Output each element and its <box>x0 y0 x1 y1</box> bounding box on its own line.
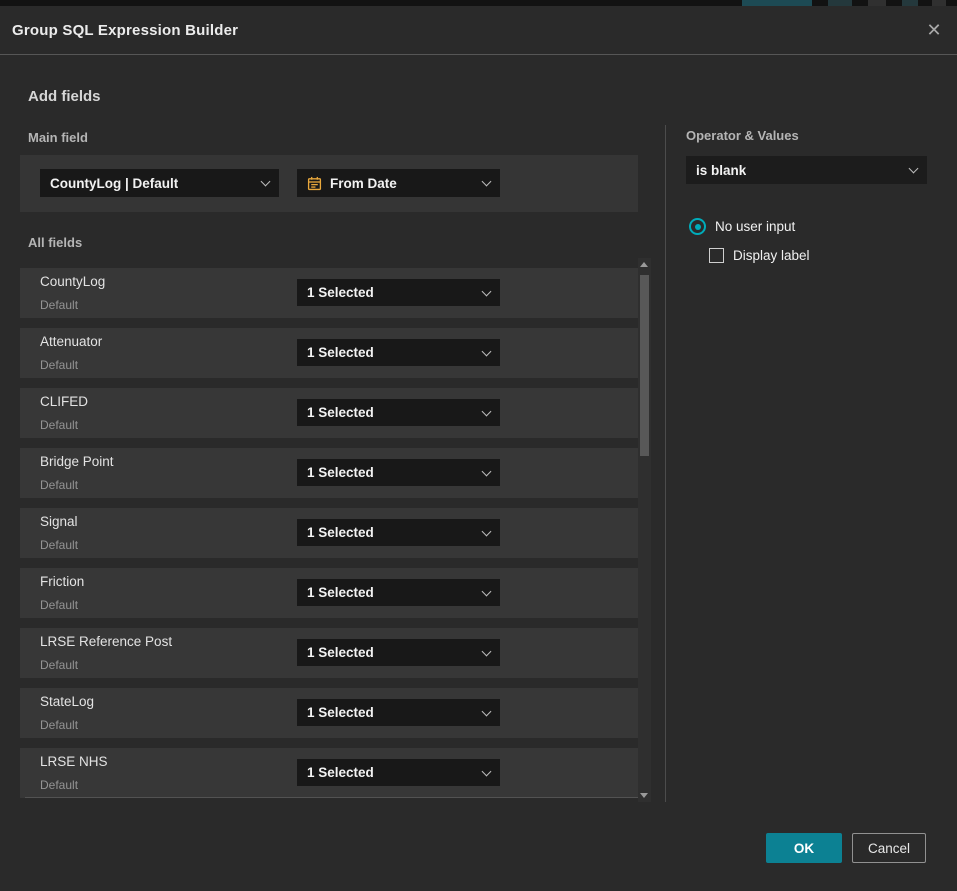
chevron-down-icon <box>482 466 492 476</box>
field-selected-dropdown[interactable]: 1 Selected <box>297 699 500 726</box>
field-selected-dropdown[interactable]: 1 Selected <box>297 399 500 426</box>
field-selected-dropdown[interactable]: 1 Selected <box>297 579 500 606</box>
field-row: CountyLog Default 1 Selected <box>20 268 638 318</box>
field-name: CountyLog <box>40 274 105 289</box>
chevron-down-icon <box>482 177 492 187</box>
field-name: LRSE NHS <box>40 754 108 769</box>
field-selected-dropdown[interactable]: 1 Selected <box>297 459 500 486</box>
chevron-down-icon <box>482 526 492 536</box>
field-selected-dropdown[interactable]: 1 Selected <box>297 339 500 366</box>
chevron-down-icon <box>482 346 492 356</box>
list-scroll-edge <box>25 797 648 798</box>
field-name: StateLog <box>40 694 94 709</box>
field-row: LRSE Reference Post Default 1 Selected <box>20 628 638 678</box>
dataset-select[interactable]: CountyLog | Default <box>40 169 279 197</box>
chevron-down-icon <box>482 406 492 416</box>
field-selected-dropdown[interactable]: 1 Selected <box>297 519 500 546</box>
field-selected-dropdown[interactable]: 1 Selected <box>297 759 500 786</box>
field-selected-value: 1 Selected <box>307 285 374 300</box>
fields-scrollbar[interactable] <box>638 258 651 802</box>
ok-button[interactable]: OK <box>766 833 842 863</box>
field-name: LRSE Reference Post <box>40 634 172 649</box>
no-user-input-label: No user input <box>715 219 795 234</box>
field-row: Signal Default 1 Selected <box>20 508 638 558</box>
scrollbar-thumb[interactable] <box>640 275 649 456</box>
chevron-down-icon <box>261 177 271 187</box>
all-fields-list: CountyLog Default 1 Selected Attenuator … <box>20 268 638 808</box>
field-row: Bridge Point Default 1 Selected <box>20 448 638 498</box>
field-selected-value: 1 Selected <box>307 465 374 480</box>
field-selected-value: 1 Selected <box>307 345 374 360</box>
field-selected-value: 1 Selected <box>307 645 374 660</box>
field-name: Friction <box>40 574 84 589</box>
field-name: Attenuator <box>40 334 102 349</box>
field-selected-value: 1 Selected <box>307 405 374 420</box>
field-selected-value: 1 Selected <box>307 585 374 600</box>
field-name: Signal <box>40 514 78 529</box>
field-selected-value: 1 Selected <box>307 765 374 780</box>
operator-values-heading: Operator & Values <box>686 128 799 143</box>
chevron-down-icon <box>482 646 492 656</box>
display-label-label: Display label <box>733 248 810 263</box>
field-subtitle: Default <box>40 718 78 732</box>
field-row: CLIFED Default 1 Selected <box>20 388 638 438</box>
field-subtitle: Default <box>40 778 78 792</box>
field-subtitle: Default <box>40 298 78 312</box>
add-fields-heading: Add fields <box>28 88 101 105</box>
group-sql-expression-builder-dialog: Group SQL Expression Builder ✕ Add field… <box>0 0 957 891</box>
field-subtitle: Default <box>40 478 78 492</box>
dialog-titlebar: Group SQL Expression Builder ✕ <box>0 6 957 55</box>
field-selected-dropdown[interactable]: 1 Selected <box>297 279 500 306</box>
chevron-down-icon <box>482 286 492 296</box>
main-field-box: CountyLog | Default From Date <box>20 155 638 212</box>
field-subtitle: Default <box>40 658 78 672</box>
field-row: StateLog Default 1 Selected <box>20 688 638 738</box>
dataset-select-value: CountyLog | Default <box>50 176 178 191</box>
field-name: Bridge Point <box>40 454 114 469</box>
field-name: CLIFED <box>40 394 88 409</box>
calendar-icon <box>307 176 322 191</box>
radio-icon[interactable] <box>689 218 706 235</box>
field-subtitle: Default <box>40 358 78 372</box>
field-subtitle: Default <box>40 538 78 552</box>
field-row: LRSE NHS Default 1 Selected <box>20 748 638 798</box>
main-field-label: Main field <box>28 130 88 145</box>
display-label-checkbox[interactable]: Display label <box>709 248 810 263</box>
main-field-select[interactable]: From Date <box>297 169 500 197</box>
scrollbar-down-arrow-icon[interactable] <box>640 793 648 798</box>
cancel-button[interactable]: Cancel <box>852 833 926 863</box>
dialog-title: Group SQL Expression Builder <box>0 22 238 39</box>
panel-divider <box>665 125 666 802</box>
no-user-input-radio[interactable]: No user input <box>689 218 795 235</box>
chevron-down-icon <box>482 766 492 776</box>
field-subtitle: Default <box>40 598 78 612</box>
field-row: Friction Default 1 Selected <box>20 568 638 618</box>
chevron-down-icon <box>909 164 919 174</box>
chevron-down-icon <box>482 586 492 596</box>
field-subtitle: Default <box>40 418 78 432</box>
operator-select-value: is blank <box>696 163 746 178</box>
field-row: Attenuator Default 1 Selected <box>20 328 638 378</box>
checkbox-icon[interactable] <box>709 248 724 263</box>
main-field-select-value: From Date <box>330 176 397 191</box>
scrollbar-up-arrow-icon[interactable] <box>640 262 648 267</box>
field-selected-value: 1 Selected <box>307 705 374 720</box>
operator-select[interactable]: is blank <box>686 156 927 184</box>
all-fields-label: All fields <box>28 235 82 250</box>
field-selected-dropdown[interactable]: 1 Selected <box>297 639 500 666</box>
close-icon[interactable]: ✕ <box>921 17 947 43</box>
field-selected-value: 1 Selected <box>307 525 374 540</box>
chevron-down-icon <box>482 706 492 716</box>
